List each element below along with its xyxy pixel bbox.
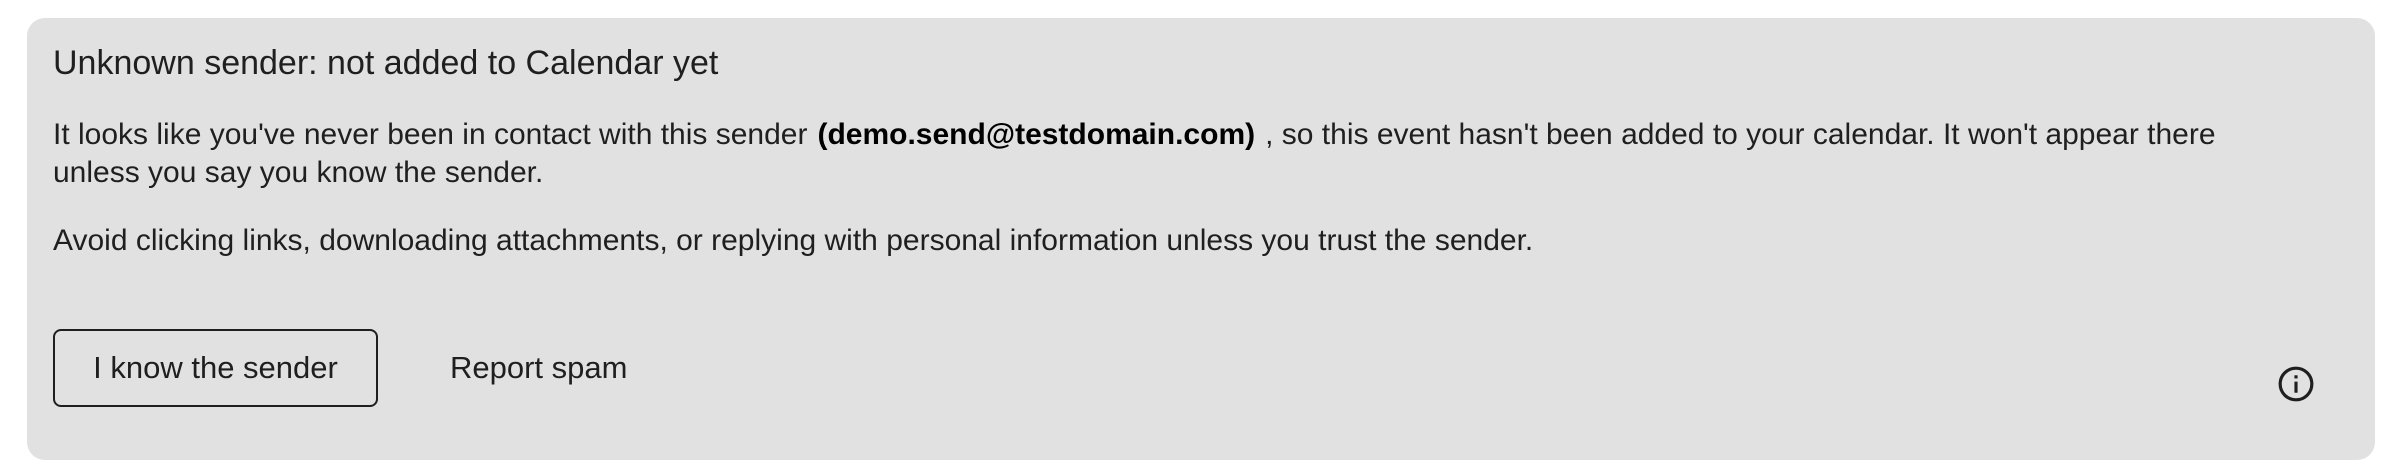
report-spam-button[interactable]: Report spam <box>430 329 647 407</box>
sender-email: (demo.send@testdomain.com) <box>817 118 1256 151</box>
i-know-the-sender-button[interactable]: I know the sender <box>53 329 378 407</box>
info-button[interactable] <box>2276 364 2316 404</box>
banner-message: It looks like you've never been in conta… <box>53 116 2293 192</box>
safety-warning: Avoid clicking links, downloading attach… <box>53 224 1534 257</box>
banner-title: Unknown sender: not added to Calendar ye… <box>53 44 719 82</box>
info-icon <box>2278 366 2314 402</box>
message-text-before: It looks like you've never been in conta… <box>53 118 808 151</box>
